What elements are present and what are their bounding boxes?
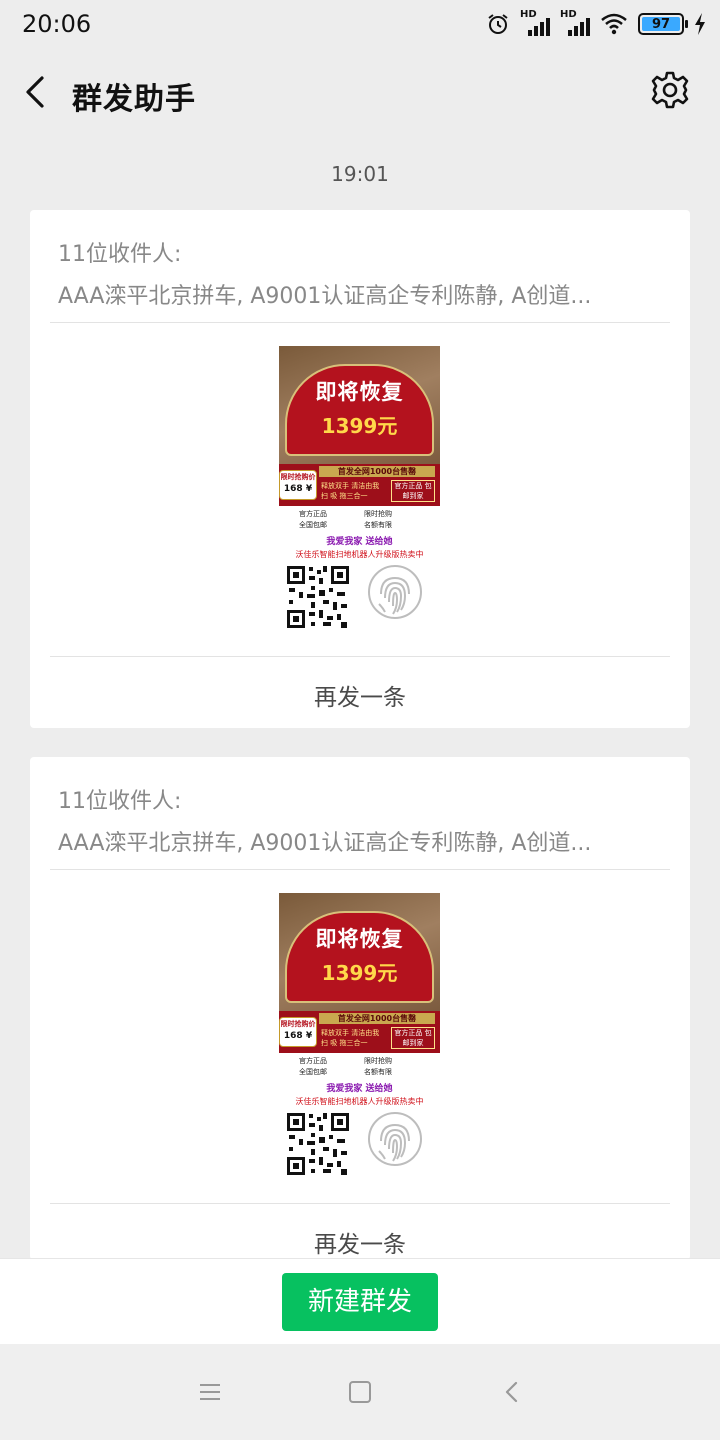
broadcast-card: 11位收件人: AAA滦平北京拼车, A9001认证高企专利陈静, A创道...… [30,757,690,1260]
poster-strip-title: 首发全网1000台售罄 [319,466,435,477]
home-icon[interactable] [349,1381,371,1403]
fingerprint-icon [368,1112,422,1166]
poster-price-tag: 限时抢购价 168 ¥ [279,1017,317,1047]
signal-icon: HD [560,9,590,36]
poster-feature: 官方正品 [299,1057,327,1065]
poster-feature: 官方正品 [299,510,327,518]
signal-icon: HD [520,9,550,36]
new-broadcast-button[interactable]: 新建群发 [282,1273,438,1331]
status-icons: HD HD 97 [486,9,706,38]
bottom-action-bar: 新建群发 [0,1258,720,1344]
poster-image[interactable]: 即将恢复 1399元 首发全网1000台售罄 释放双手 清洁由我 扫 吸 拖三合… [279,346,440,636]
gear-icon[interactable] [650,70,690,110]
back-triangle-icon[interactable] [500,1380,524,1404]
poster-tagline: 沃佳乐智能扫地机器人升级版热卖中 [295,1097,424,1106]
poster-feature: 限时抢购 [364,510,392,518]
status-time: 20:06 [22,10,92,38]
broadcast-card: 11位收件人: AAA滦平北京拼车, A9001认证高企专利陈静, A创道...… [30,210,690,728]
poster-tag-label: 限时抢购价 [280,1020,316,1028]
menu-icon[interactable] [198,1382,222,1402]
recipients-count: 11位收件人: [58,789,182,814]
page-title: 群发助手 [72,82,196,117]
poster-image[interactable]: 即将恢复 1399元 首发全网1000台售罄 释放双手 清洁由我 扫 吸 拖三合… [279,893,440,1183]
poster-strip-left: 释放双手 清洁由我 扫 吸 拖三合一 [321,482,380,500]
poster-feature: 限时抢购 [364,1057,392,1065]
poster-strip-right: 官方正品 包邮到家 [391,480,435,502]
qr-code [285,1111,351,1177]
wifi-icon [601,13,627,35]
battery-level: 97 [642,17,680,32]
poster-feature: 名额有限 [364,521,392,529]
poster-features: 官方正品 限时抢购 全国包邮 名额有限 [299,509,429,531]
poster-price: 1399元 [321,961,398,985]
alarm-icon [488,14,508,34]
chevron-left-icon[interactable] [18,72,54,112]
recipients-count: 11位收件人: [58,242,182,267]
poster-strip-title: 首发全网1000台售罄 [319,1013,435,1024]
recipients-list[interactable]: AAA滦平北京拼车, A9001认证高企专利陈静, A创道... [58,278,670,310]
poster-headline: 即将恢复 [315,927,404,951]
fingerprint-icon [368,565,422,619]
divider [50,322,670,323]
title-bar: 群发助手 [0,50,720,136]
resend-button[interactable]: 再发一条 [30,1225,690,1259]
divider [50,1203,670,1204]
divider [50,656,670,657]
poster-slogan: 我爱我家 送给她 [326,537,393,547]
poster-price-tag: 限时抢购价 168 ¥ [279,470,317,500]
poster-features: 官方正品 限时抢购 全国包邮 名额有限 [299,1056,429,1078]
message-timestamp: 19:01 [331,162,389,186]
poster-tag-price: 168 ¥ [283,484,313,494]
resend-button[interactable]: 再发一条 [30,678,690,712]
poster-slogan: 我爱我家 送给她 [326,1084,393,1094]
divider [50,869,670,870]
poster-headline: 即将恢复 [315,380,404,404]
poster-feature: 全国包邮 [299,521,327,529]
charging-icon [695,13,705,35]
status-bar: 20:06 HD HD 97 [0,0,720,50]
qr-code [285,564,351,630]
poster-strip-left: 释放双手 清洁由我 扫 吸 拖三合一 [321,1029,380,1047]
system-nav-bar [0,1344,720,1440]
poster-feature: 全国包邮 [299,1068,327,1076]
poster-tag-price: 168 ¥ [283,1031,313,1041]
poster-feature: 名额有限 [364,1068,392,1076]
poster-tagline: 沃佳乐智能扫地机器人升级版热卖中 [295,550,424,559]
poster-price: 1399元 [321,414,398,438]
poster-tag-label: 限时抢购价 [280,473,316,481]
battery-icon: 97 [638,13,688,35]
recipients-list[interactable]: AAA滦平北京拼车, A9001认证高企专利陈静, A创道... [58,825,670,857]
poster-strip-right: 官方正品 包邮到家 [391,1027,435,1049]
